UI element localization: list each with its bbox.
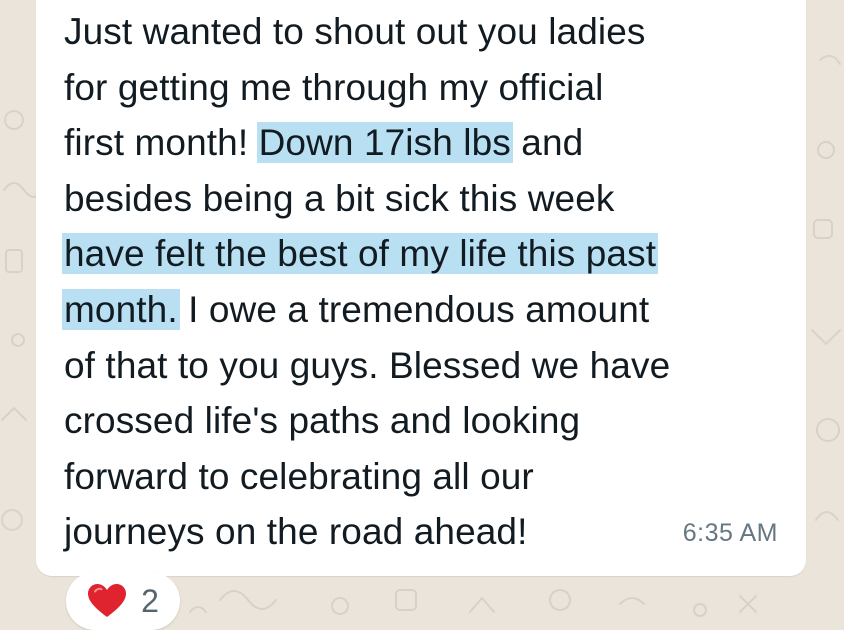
message-line: journeys on the road ahead! [64,504,784,560]
message-text-segment: forward to celebrating all our [64,455,534,497]
message-text-segment: journeys on the road ahead! [64,511,528,553]
message-bubble[interactable]: Just wanted to shout out you ladies for g… [36,0,806,576]
highlighted-text: Down 17ish lbs [256,122,513,164]
message-text-segment: besides being a bit sick this week [64,177,615,219]
message-line: Just wanted to shout out you ladies [64,4,784,60]
message-line: forward to celebrating all our [64,449,784,505]
message-text-segment: of that to you guys. Blessed we have [64,344,671,386]
message-text-segment: Just wanted to shout out you ladies [64,11,646,52]
message-line: first month! Down 17ish lbs and [64,115,784,171]
reaction-count: 2 [141,582,159,619]
message-line: for getting me through my official [64,60,784,116]
message-line: have felt the best of my life this past [62,226,784,282]
message-text: Just wanted to shout out you ladies for g… [62,4,784,560]
message-text-segment: for getting me through my official [64,66,604,108]
highlighted-text: have felt the best of my life this past [62,233,659,275]
reaction-badge[interactable]: 2 [66,572,180,630]
highlighted-text: month. [62,288,180,330]
message-timestamp: 6:35 AM [682,519,778,547]
message-text-segment: I owe a tremendous amount [177,288,650,330]
message-line: month. I owe a tremendous amount [62,282,784,338]
message-line: of that to you guys. Blessed we have [64,338,784,394]
red-heart-icon [88,584,127,617]
message-line: besides being a bit sick this week [64,171,784,227]
message-text-segment: first month! [64,122,259,164]
message-line: crossed life's paths and looking [64,393,784,449]
message-text-segment: and [510,122,584,164]
message-text-segment: crossed life's paths and looking [64,400,581,442]
